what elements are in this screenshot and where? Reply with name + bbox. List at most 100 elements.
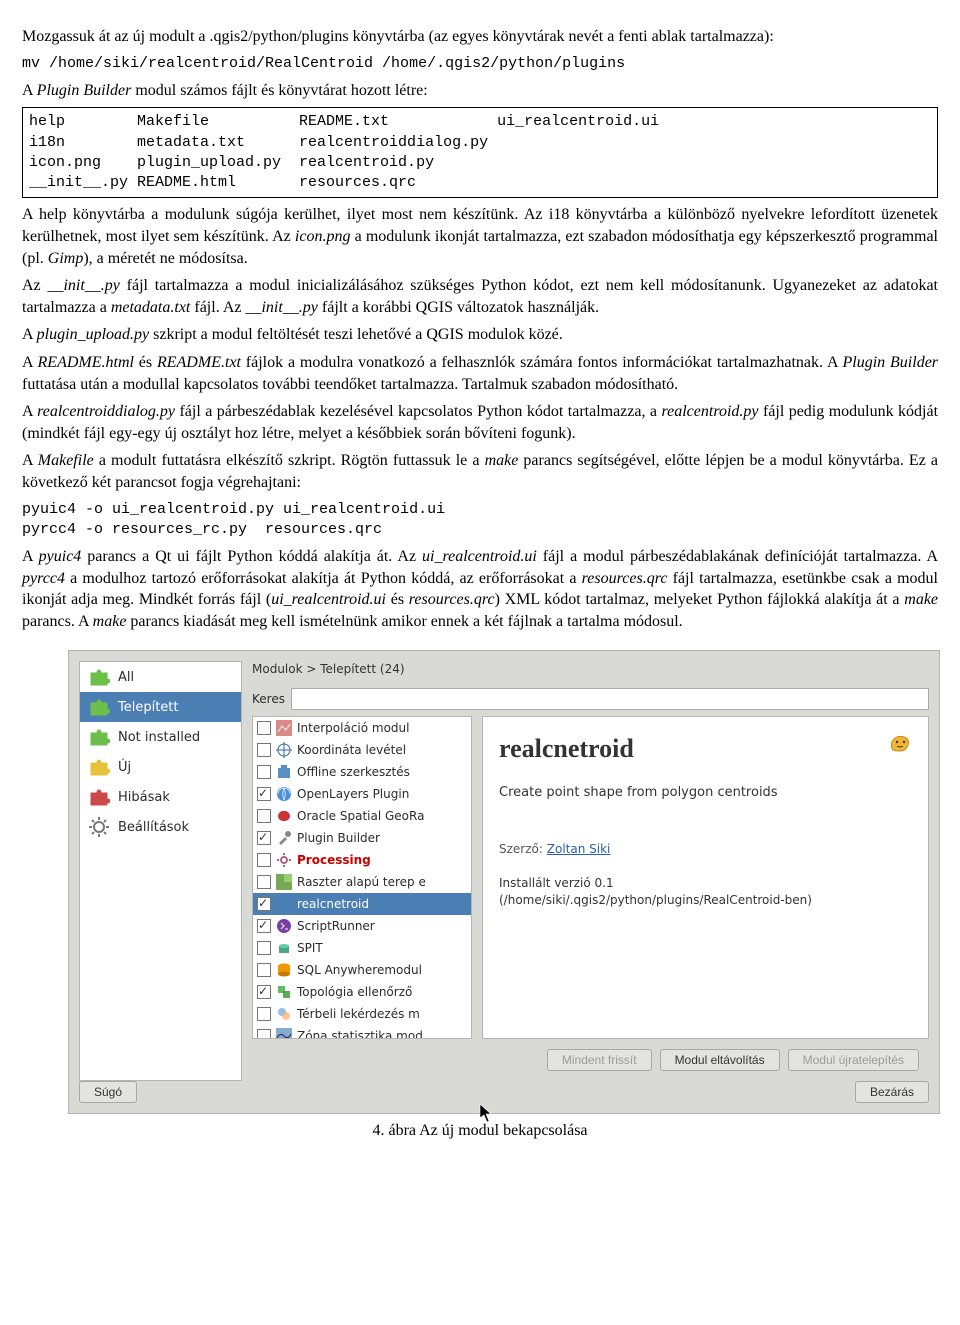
- topo-icon: [276, 984, 292, 1000]
- puzzle-icon: [88, 726, 110, 748]
- plugin-list-item[interactable]: Topológia ellenőrző: [253, 981, 471, 1003]
- sidebar-item[interactable]: Beállítások: [80, 812, 241, 842]
- plugin-list-item[interactable]: Raszter alapú terep e: [253, 871, 471, 893]
- paragraph: A Plugin Builder modul számos fájlt és k…: [22, 80, 938, 102]
- sidebar-item[interactable]: All: [80, 662, 241, 692]
- plugin-label: Koordináta levétel: [297, 742, 406, 758]
- uninstall-button[interactable]: Modul eltávolítás: [660, 1049, 780, 1071]
- breadcrumb: Modulok > Telepített (24): [252, 661, 929, 677]
- plugin-list-item[interactable]: ScriptRunner: [253, 915, 471, 937]
- plugin-list-item[interactable]: SPIT: [253, 937, 471, 959]
- checkbox[interactable]: [257, 765, 271, 779]
- checkbox[interactable]: [257, 985, 271, 999]
- puzzle-icon: [88, 666, 110, 688]
- plugin-label: Interpoláció modul: [297, 720, 410, 736]
- sidebar-item[interactable]: Telepített: [80, 692, 241, 722]
- sidebar-item[interactable]: Hibásak: [80, 782, 241, 812]
- zone-icon: [276, 1028, 292, 1040]
- checkbox[interactable]: [257, 1029, 271, 1040]
- plugin-list-item[interactable]: realcnetroid: [253, 893, 471, 915]
- plugin-list-item[interactable]: Processing: [253, 849, 471, 871]
- sidebar-item[interactable]: Not installed: [80, 722, 241, 752]
- plugin-title: realcnetroid: [499, 731, 912, 766]
- plugin-author: Szerző: Zoltan Siki: [499, 841, 912, 857]
- plugin-list-item[interactable]: Offline szerkesztés: [253, 761, 471, 783]
- paragraph: A plugin_upload.py szkript a modul feltö…: [22, 324, 938, 346]
- gear-icon: [276, 852, 292, 868]
- reinstall-button[interactable]: Modul újratelepítés: [788, 1049, 919, 1071]
- plugin-label: OpenLayers Plugin: [297, 786, 409, 802]
- checkbox[interactable]: [257, 743, 271, 757]
- plugin-logo-icon: [888, 731, 912, 753]
- paragraph: A Makefile a modult futtatásra elkészítő…: [22, 450, 938, 493]
- oracle-icon: [276, 808, 292, 824]
- close-button[interactable]: Bezárás: [855, 1081, 929, 1103]
- checkbox[interactable]: [257, 963, 271, 977]
- plugin-list-item[interactable]: OpenLayers Plugin: [253, 783, 471, 805]
- command-block: pyuic4 -o ui_realcentroid.py ui_realcent…: [22, 500, 938, 541]
- paragraph: A pyuic4 parancs a Qt ui fájlt Python kó…: [22, 546, 938, 632]
- plugin-label: SQL Anywheremodul: [297, 962, 422, 978]
- checkbox[interactable]: [257, 721, 271, 735]
- paragraph: Az __init__.py fájl tartalmazza a modul …: [22, 275, 938, 318]
- checkbox[interactable]: [257, 809, 271, 823]
- sidebar-item-label: Új: [118, 759, 131, 777]
- plugin-description: Create point shape from polygon centroid…: [499, 784, 912, 802]
- gear-icon: [88, 816, 110, 838]
- offline-icon: [276, 764, 292, 780]
- plugin-label: Plugin Builder: [297, 830, 380, 846]
- paragraph: A help könyvtárba a modulunk súgója kerü…: [22, 204, 938, 269]
- checkbox[interactable]: [257, 897, 271, 911]
- plugin-list-item[interactable]: Térbeli lekérdezés m: [253, 1003, 471, 1025]
- interp-icon: [276, 720, 292, 736]
- plugin-author-link[interactable]: Zoltan Siki: [547, 842, 611, 856]
- sidebar-item-label: All: [118, 669, 134, 687]
- plugin-label: Offline szerkesztés: [297, 764, 410, 780]
- mouse-cursor-icon: [479, 1103, 493, 1123]
- plugin-list-item[interactable]: Koordináta levétel: [253, 739, 471, 761]
- plugin-label: ScriptRunner: [297, 918, 375, 934]
- sidebar: All Telepített Not installed Új Hibásak Beáll…: [79, 661, 242, 1081]
- none-icon: [276, 896, 292, 912]
- paragraph: A realcentroiddialog.py fájl a párbeszéd…: [22, 401, 938, 444]
- plugin-list-item[interactable]: SQL Anywheremodul: [253, 959, 471, 981]
- spatial-icon: [276, 1006, 292, 1022]
- file-listing: help Makefile README.txt ui_realcentroid…: [22, 107, 938, 198]
- checkbox[interactable]: [257, 941, 271, 955]
- plugin-details: realcnetroid Create point shape from pol…: [482, 716, 929, 1040]
- search-input[interactable]: [291, 688, 929, 710]
- plugin-label: SPIT: [297, 940, 323, 956]
- checkbox[interactable]: [257, 1007, 271, 1021]
- sql-icon: [276, 962, 292, 978]
- action-buttons: Mindent frissít Modul eltávolítás Modul …: [252, 1039, 929, 1081]
- puzzle-icon: [88, 696, 110, 718]
- plugin-list-item[interactable]: Oracle Spatial GeoRa: [253, 805, 471, 827]
- paragraph: Mozgassuk át az új modult a .qgis2/pytho…: [22, 26, 938, 48]
- search-label: Keres: [252, 691, 285, 707]
- sidebar-item-label: Hibásak: [118, 789, 170, 807]
- sidebar-item[interactable]: Új: [80, 752, 241, 782]
- sidebar-item-label: Telepített: [118, 699, 179, 717]
- plugin-list[interactable]: Interpoláció modul Koordináta levétel Offl…: [252, 716, 472, 1040]
- checkbox[interactable]: [257, 831, 271, 845]
- command-line: mv /home/siki/realcentroid/RealCentroid …: [22, 54, 938, 74]
- plugin-list-item[interactable]: Interpoláció modul: [253, 717, 471, 739]
- plugin-manager-window: All Telepített Not installed Új Hibásak Beáll…: [68, 650, 940, 1114]
- plugin-list-item[interactable]: Zóna statisztika mod: [253, 1025, 471, 1040]
- globe-icon: [276, 786, 292, 802]
- checkbox[interactable]: [257, 853, 271, 867]
- puzzle-icon: [88, 756, 110, 778]
- checkbox[interactable]: [257, 875, 271, 889]
- coord-icon: [276, 742, 292, 758]
- checkbox[interactable]: [257, 787, 271, 801]
- plugin-label: realcnetroid: [297, 896, 369, 912]
- plugin-label: Térbeli lekérdezés m: [297, 1006, 420, 1022]
- plugin-list-item[interactable]: Plugin Builder: [253, 827, 471, 849]
- puzzle-icon: [88, 786, 110, 808]
- sidebar-item-label: Beállítások: [118, 819, 189, 837]
- help-button[interactable]: Súgó: [79, 1081, 137, 1103]
- checkbox[interactable]: [257, 919, 271, 933]
- plugin-label: Oracle Spatial GeoRa: [297, 808, 424, 824]
- refresh-all-button[interactable]: Mindent frissít: [547, 1049, 652, 1071]
- search-row: Keres: [252, 688, 929, 710]
